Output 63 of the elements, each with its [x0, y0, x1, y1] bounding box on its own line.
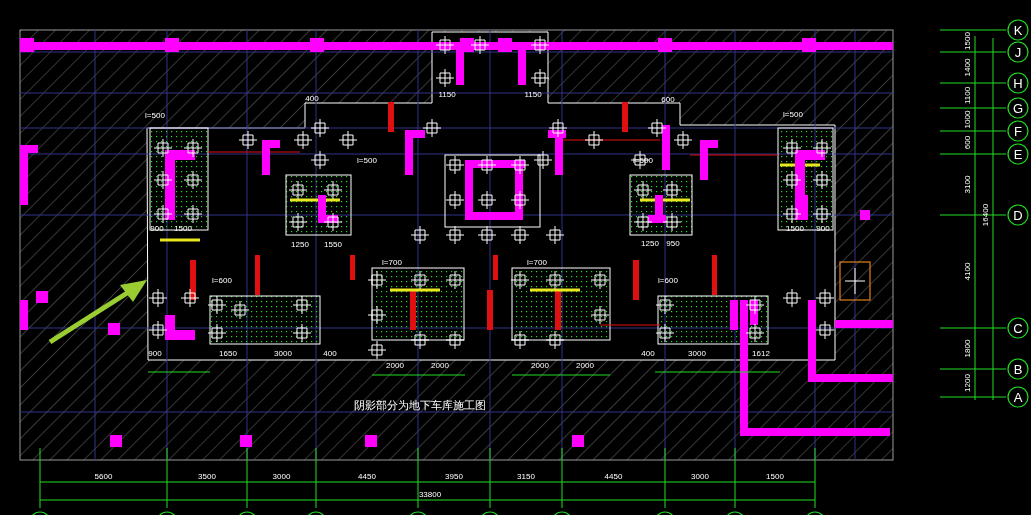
dimension-label: 33800 — [418, 490, 442, 499]
dimension-label: 3000 — [272, 472, 291, 481]
dimension-label: 400 — [323, 349, 337, 358]
dimension-label: l=500 — [357, 156, 377, 165]
dimension-label: 3150 — [517, 472, 535, 481]
dimension-label: 2000 — [576, 361, 594, 370]
axis-bubble: D — [1007, 204, 1029, 226]
dimension-label: 1250 — [641, 239, 659, 248]
dimension-label: 5600 — [94, 472, 113, 481]
dimension-label: 3950 — [445, 472, 463, 481]
dimension-label: 1000 — [963, 110, 972, 129]
dimension-label: 400 — [305, 94, 319, 103]
dimension-label: 4450 — [358, 472, 376, 481]
dimension-label: 2000 — [531, 361, 549, 370]
dimension-label: 1800 — [963, 339, 972, 358]
axis-bubble: G — [1007, 97, 1029, 119]
axis-bubble: A — [1007, 386, 1029, 408]
dimension-label: 1500 — [963, 32, 972, 50]
axis-bubble: B — [1007, 358, 1029, 380]
dimension-label: l=500 — [783, 110, 803, 119]
drawing-title: 阴影部分为地下车库施工图 — [354, 399, 486, 412]
dimension-label: 3100 — [963, 175, 972, 194]
dimension-label: 1400 — [963, 58, 972, 77]
axis-bubble: C — [1007, 317, 1029, 339]
dimension-label: 600 — [963, 135, 972, 150]
dimension-label: 900 — [150, 224, 164, 233]
dimension-label: 1200 — [963, 374, 972, 392]
dimension-label: 1500 — [766, 472, 784, 481]
dimension-label: l=600 — [212, 276, 232, 285]
dimension-label: 3000 — [691, 472, 709, 481]
arrow-icon — [48, 280, 147, 345]
dimension-label: 4450 — [604, 472, 623, 481]
dimension-label: 900 — [148, 349, 162, 358]
dimension-label: 1100 — [963, 86, 972, 105]
dimension-label: 600 — [661, 95, 675, 104]
dimension-label: l=600 — [658, 276, 678, 285]
dimension-label: l=500 — [145, 111, 165, 120]
dimension-label: 400 — [641, 349, 655, 358]
dimension-label: l=500 — [633, 156, 653, 165]
dimension-label: 950 — [666, 239, 680, 248]
dimension-label: 1500 — [786, 224, 804, 233]
dimension-label: 1150 — [524, 90, 542, 99]
dimension-label: 1250 — [291, 240, 309, 249]
dimension-label: 900 — [816, 224, 830, 233]
dimension-label: 3000 — [688, 349, 706, 358]
dimension-label: 3500 — [198, 472, 216, 481]
dimension-label: l=700 — [382, 258, 402, 267]
axis-bubble: F — [1007, 120, 1029, 142]
dimension-label: 1150 — [438, 90, 456, 99]
dimension-label: 16400 — [981, 203, 990, 227]
axis-bubble: E — [1007, 143, 1029, 165]
dimension-label: 1612 — [752, 349, 770, 358]
dimension-label: 3000 — [274, 349, 292, 358]
dimension-label: 2000 — [431, 361, 449, 370]
dimension-label: 1550 — [324, 240, 342, 249]
dimension-label: 4100 — [963, 262, 972, 281]
axis-bubble: J — [1007, 41, 1029, 63]
dimension-label: 2000 — [386, 361, 404, 370]
dimension-label: 1650 — [219, 349, 237, 358]
dimension-label: 1500 — [174, 224, 192, 233]
dimension-label: l=700 — [527, 258, 547, 267]
axis-bubble: K — [1007, 19, 1029, 41]
axis-bubble: H — [1007, 72, 1029, 94]
